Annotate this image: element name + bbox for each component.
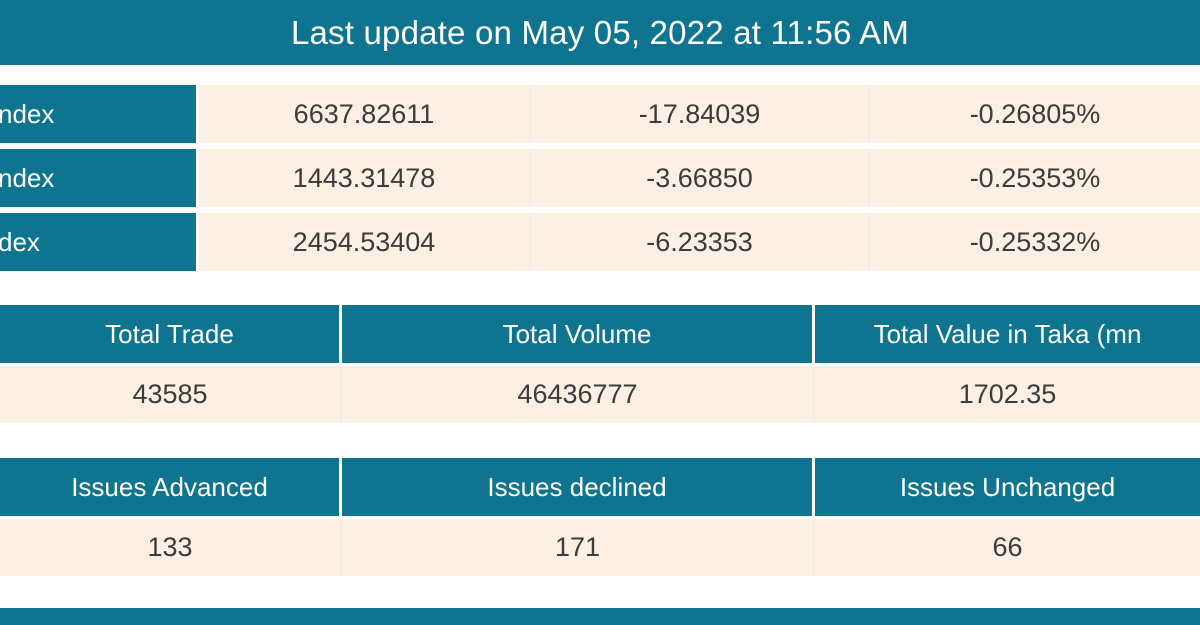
table-row: dex 2454.53404 -6.23353 -0.25332% xyxy=(0,213,1200,271)
index-value-cell: 2454.53404 xyxy=(199,213,531,271)
last-update-header: Last update on May 05, 2022 at 11:56 AM xyxy=(0,0,1200,65)
index-change-cell: -6.23353 xyxy=(531,213,870,271)
issues-declined-value: 171 xyxy=(342,519,815,576)
total-volume-header: Total Volume xyxy=(342,305,815,363)
total-trade-header: Total Trade xyxy=(0,305,342,363)
table-row: ndex 1443.31478 -3.66850 -0.25353% xyxy=(0,149,1200,207)
total-value-header: Total Value in Taka (mn xyxy=(815,305,1200,363)
issues-declined-header: Issues declined xyxy=(342,458,815,516)
table-header-row: Total Trade Total Volume Total Value in … xyxy=(0,305,1200,363)
index-name-label: ndex xyxy=(0,162,55,193)
index-name-cell: ndex xyxy=(0,149,199,207)
table-row: 133 171 66 xyxy=(0,519,1200,576)
index-change-cell: -17.84039 xyxy=(531,85,870,143)
table-header-row: Issues Advanced Issues declined Issues U… xyxy=(0,458,1200,516)
issues-table: Issues Advanced Issues declined Issues U… xyxy=(0,458,1200,578)
index-name-cell: ndex xyxy=(0,85,199,143)
total-value-value: 1702.35 xyxy=(815,366,1200,423)
index-name-label: dex xyxy=(0,226,40,257)
total-trade-value: 43585 xyxy=(0,366,342,423)
bottom-teal-bar xyxy=(0,608,1200,625)
trade-totals-table: Total Trade Total Volume Total Value in … xyxy=(0,305,1200,423)
index-change-cell: -3.66850 xyxy=(531,149,870,207)
index-name-cell: dex xyxy=(0,213,199,271)
index-value-cell: 1443.31478 xyxy=(199,149,531,207)
issues-unchanged-value: 66 xyxy=(815,519,1200,576)
issues-advanced-header: Issues Advanced xyxy=(0,458,342,516)
issues-advanced-value: 133 xyxy=(0,519,342,576)
index-percent-cell: -0.25332% xyxy=(870,213,1200,271)
index-percent-cell: -0.26805% xyxy=(870,85,1200,143)
index-value-cell: 6637.82611 xyxy=(199,85,531,143)
table-row: ndex 6637.82611 -17.84039 -0.26805% xyxy=(0,85,1200,143)
total-volume-value: 46436777 xyxy=(342,366,815,423)
index-percent-cell: -0.25353% xyxy=(870,149,1200,207)
table-row: 43585 46436777 1702.35 xyxy=(0,366,1200,423)
index-summary-table: ndex 6637.82611 -17.84039 -0.26805% ndex… xyxy=(0,85,1200,272)
index-name-label: ndex xyxy=(0,98,55,129)
last-update-text: Last update on May 05, 2022 at 11:56 AM xyxy=(290,13,910,51)
issues-unchanged-header: Issues Unchanged xyxy=(815,458,1200,516)
